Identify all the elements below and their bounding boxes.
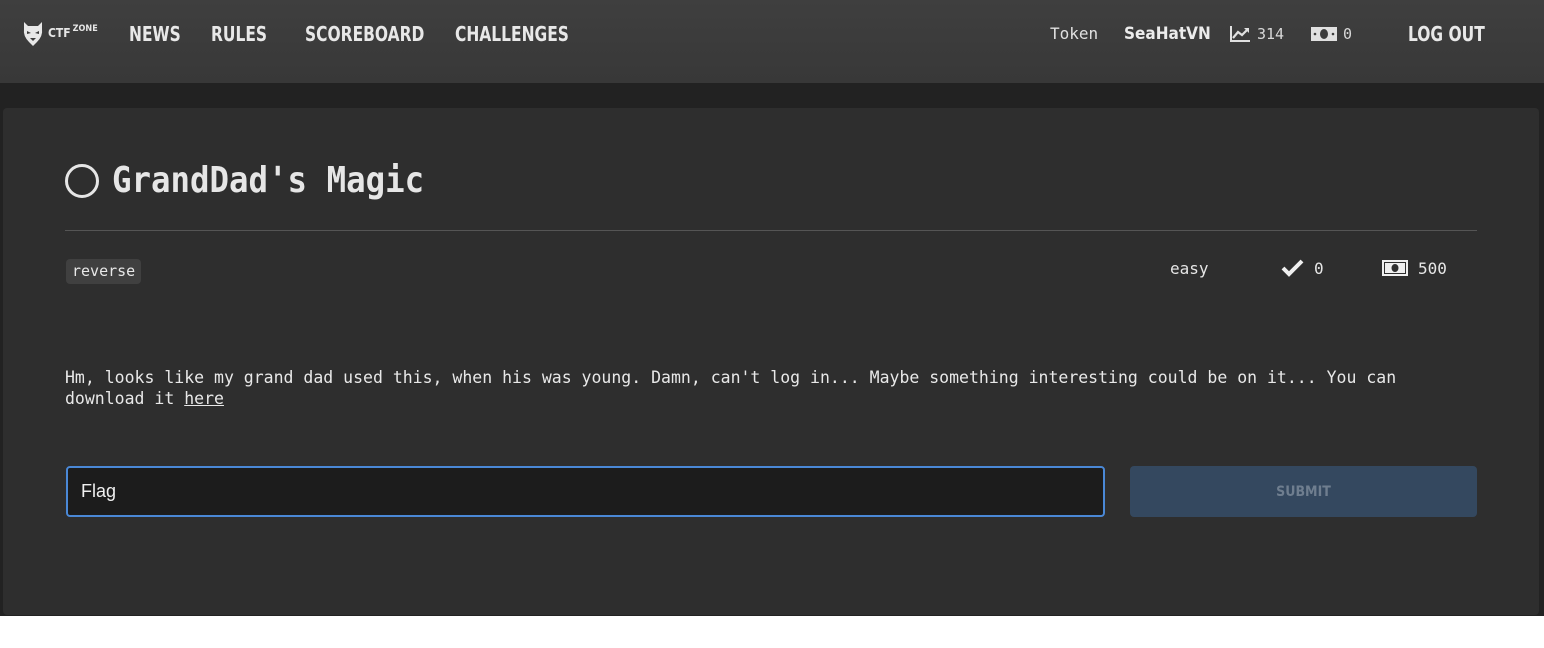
reward-stat: 500 [1382,256,1447,280]
check-icon [1281,259,1304,277]
demon-mask-icon [23,21,43,46]
trending-chart-icon [1230,26,1250,42]
nav-scoreboard[interactable]: SCOREBOARD [305,20,424,48]
logout-button[interactable]: LOG OUT [1408,20,1485,48]
nav-challenges[interactable]: CHALLENGES [455,20,569,48]
challenge-description: Hm, looks like my grand dad used this, w… [65,367,1485,409]
submit-button[interactable]: SUBMIT [1130,466,1477,517]
banknote-icon [1311,27,1337,41]
circle-outline-icon [65,164,99,198]
money-value: 0 [1343,25,1353,43]
money-stat: 0 [1311,20,1352,48]
difficulty-label: easy [1170,256,1209,280]
top-navigation-bar: CTF ZONE NEWS RULES SCOREBOARD CHALLENGES… [0,0,1544,83]
score-value: 314 [1257,25,1285,43]
category-tag: reverse [66,259,142,284]
nav-news[interactable]: NEWS [129,20,181,48]
token-label: Token [1050,24,1099,43]
username[interactable]: SeaHatVN [1124,20,1211,48]
download-link[interactable]: here [184,389,224,408]
logo-text: CTF ZONE [48,24,98,40]
challenge-title-row: GrandDad's Magic [65,158,459,204]
reward-value: 500 [1418,258,1447,278]
divider [65,230,1477,231]
banknote-icon [1382,260,1408,276]
logo-text-main: CTF [48,26,71,40]
logo[interactable]: CTF ZONE [22,19,98,47]
description-text: Hm, looks like my grand dad used this, w… [65,368,1397,408]
difficulty-value: easy [1170,258,1209,278]
nav-rules[interactable]: RULES [211,20,267,48]
page: CTF ZONE NEWS RULES SCOREBOARD CHALLENGES… [0,0,1544,648]
score-stat: 314 [1230,20,1284,48]
solves-stat: 0 [1281,256,1324,280]
flag-input[interactable] [66,466,1105,517]
solves-value: 0 [1314,258,1324,278]
challenge-title: GrandDad's Magic [112,160,425,201]
logo-text-sup: ZONE [72,24,98,34]
